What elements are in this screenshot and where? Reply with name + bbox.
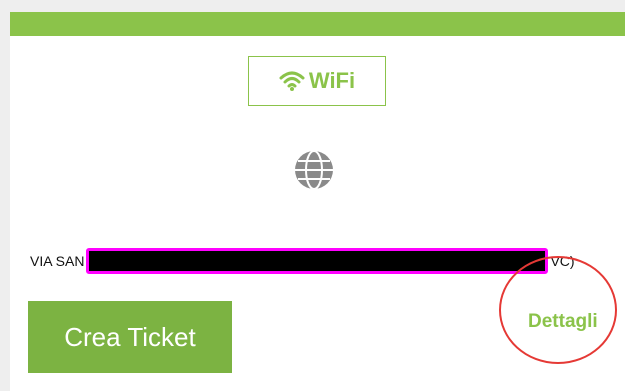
redacted-address — [86, 248, 549, 274]
address-row: VIA SAN VC) — [30, 246, 620, 276]
card-header-bar — [10, 12, 625, 36]
wifi-icon — [279, 71, 305, 91]
address-prefix: VIA SAN — [30, 253, 85, 269]
address-suffix: VC) — [550, 253, 575, 269]
wifi-badge: WiFi — [248, 56, 386, 106]
service-card: WiFi VIA SAN VC) Crea Ticket Dettagli — [10, 12, 625, 391]
globe-icon — [295, 150, 333, 190]
badge-label: WiFi — [308, 68, 356, 93]
crea-ticket-button[interactable]: Crea Ticket — [28, 301, 232, 373]
dettagli-link[interactable]: Dettagli — [528, 311, 598, 333]
